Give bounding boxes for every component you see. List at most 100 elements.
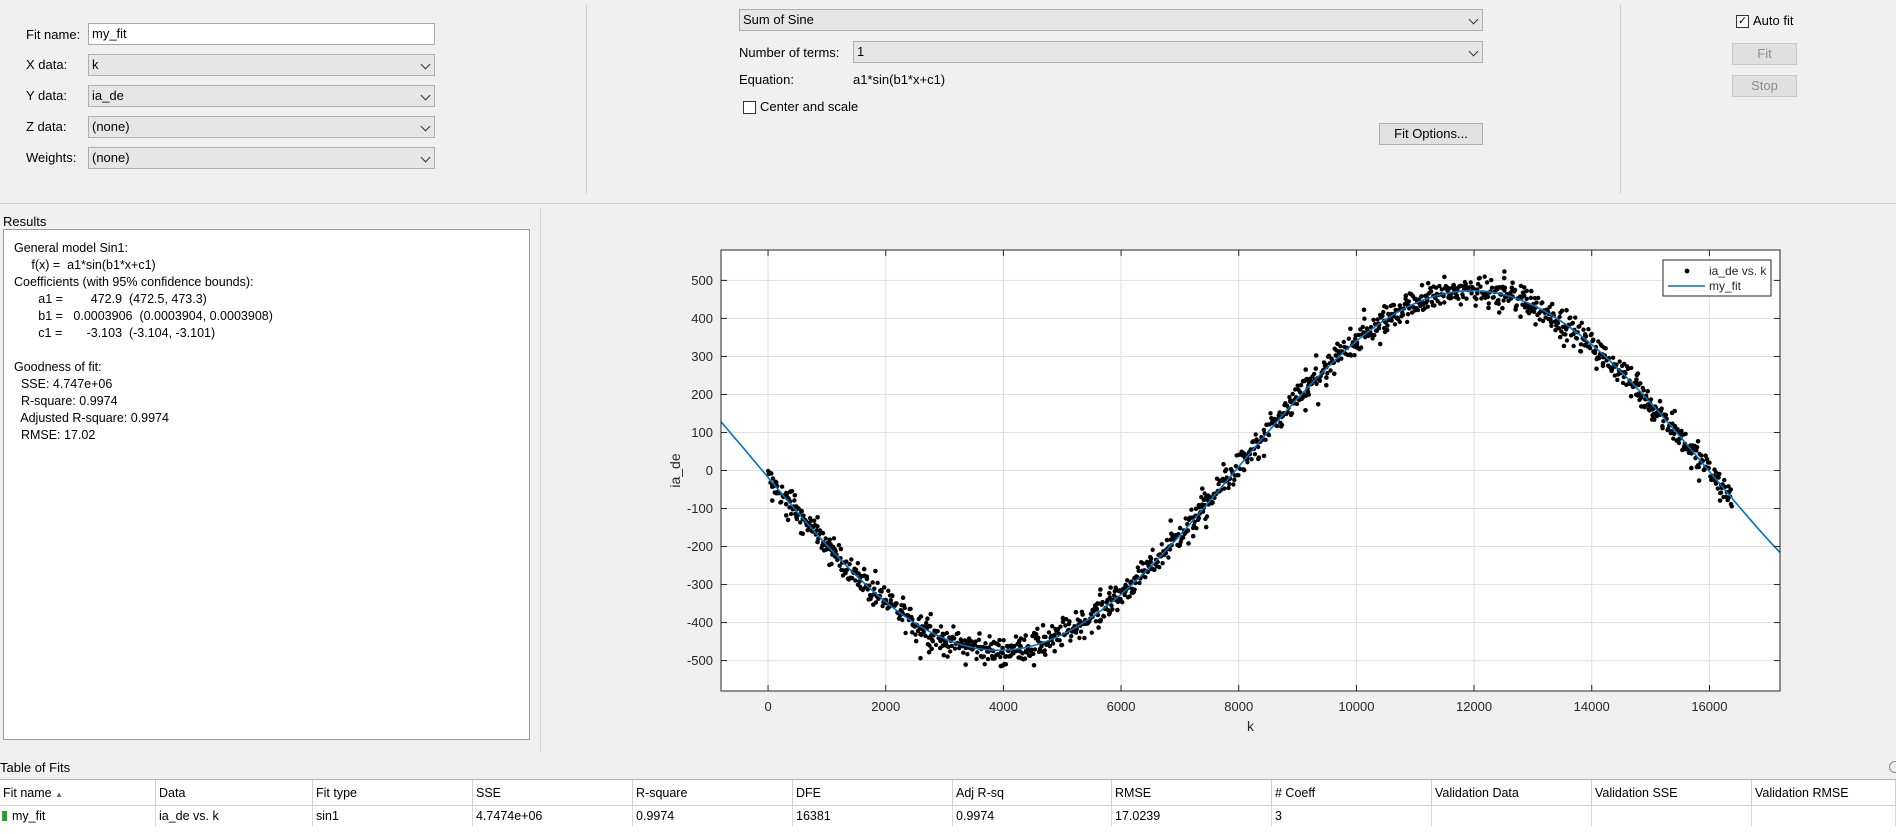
data-point [998, 654, 1003, 660]
data-point [1346, 336, 1351, 341]
data-point [1390, 302, 1396, 308]
data-point [870, 580, 875, 585]
data-point [1303, 367, 1308, 372]
data-point [1578, 349, 1584, 354]
y-tick-label: 500 [691, 273, 713, 288]
data-point [1510, 280, 1515, 286]
data-point [770, 498, 775, 503]
data-point [1419, 294, 1424, 299]
data-point [918, 655, 923, 661]
data-point [1107, 595, 1113, 600]
data-point [783, 501, 789, 507]
data-point [1221, 461, 1226, 467]
y-tick-label: 100 [691, 425, 713, 440]
column-header-validation-rmse[interactable]: Validation RMSE [1752, 780, 1896, 806]
column-header-adj-r-sq[interactable]: Adj R-sq [953, 780, 1112, 806]
data-point [871, 602, 876, 607]
data-point [1181, 535, 1186, 540]
number-of-terms-dropdown[interactable]: 1 [853, 41, 1483, 63]
fit-name-input[interactable]: my_fit [88, 23, 435, 45]
data-point [1300, 378, 1306, 384]
data-point [1096, 625, 1101, 630]
fit-button[interactable]: Fit [1732, 43, 1797, 65]
equation-label: Equation: [739, 72, 794, 87]
data-point [1332, 371, 1337, 377]
fit-plot[interactable]: 0 2000 4000 6000 8000 10000 12000 14000 16000-50… [541, 208, 1896, 752]
data-point [1362, 316, 1367, 321]
data-point [1324, 383, 1329, 388]
fit-options-button[interactable]: Fit Options... [1379, 123, 1483, 145]
data-point [1341, 339, 1346, 345]
x-data-dropdown[interactable]: k [88, 54, 435, 76]
data-point [1703, 453, 1708, 458]
center-scale-checkbox[interactable] [743, 101, 756, 114]
column-header-rmse[interactable]: RMSE [1112, 780, 1272, 806]
data-point [1366, 333, 1371, 338]
data-point [1013, 634, 1019, 639]
data-point [1057, 638, 1062, 643]
data-point [1477, 275, 1482, 281]
data-point [1446, 293, 1452, 299]
data-point [1376, 325, 1382, 331]
column-header-num-coeff[interactable]: # Coeff [1272, 780, 1432, 806]
y-tick-label: -300 [687, 577, 713, 592]
data-point [1066, 621, 1072, 627]
fit-settings-panel: Fit name: my_fit X data: k Y data: ia_de… [0, 0, 1896, 204]
y-tick-label: 400 [691, 311, 713, 326]
data-point [938, 638, 943, 644]
legend-label: ia_de vs. k [1709, 264, 1767, 278]
z-data-dropdown[interactable]: (none) [88, 116, 435, 138]
data-point [889, 593, 895, 598]
chevron-down-icon [1468, 46, 1479, 57]
data-point [1425, 280, 1431, 286]
data-point [1722, 477, 1727, 483]
data-point [997, 637, 1002, 643]
column-header-label: Fit name [3, 786, 52, 800]
data-point [928, 611, 933, 617]
data-point [952, 646, 958, 651]
column-header-sse[interactable]: SSE [473, 780, 633, 806]
data-point [1236, 473, 1241, 478]
collapse-icon[interactable] [1889, 761, 1896, 773]
x-tick-label: 6000 [1107, 699, 1136, 714]
data-point [974, 656, 979, 662]
data-point [1659, 406, 1664, 411]
data-point [1157, 565, 1162, 570]
column-header-validation-data[interactable]: Validation Data [1432, 780, 1592, 806]
column-header-r-square[interactable]: R-square [633, 780, 793, 806]
data-point [1358, 345, 1364, 350]
column-header-dfe[interactable]: DFE [793, 780, 953, 806]
data-point [823, 536, 828, 541]
y-data-dropdown[interactable]: ia_de [88, 85, 435, 107]
table-cell-num-coeff: 3 [1272, 806, 1432, 826]
data-point [1060, 615, 1066, 621]
data-point [1438, 301, 1443, 306]
column-header-fit-name[interactable]: Fit name ▲ [0, 780, 156, 806]
column-header-data[interactable]: Data [156, 780, 313, 806]
data-point [1058, 624, 1063, 629]
data-point [1596, 356, 1602, 361]
data-point [947, 649, 953, 654]
results-line: Coefficients (with 95% confidence bounds… [14, 275, 254, 289]
auto-fit-checkbox[interactable]: ✓ [1736, 15, 1749, 28]
data-point [1098, 618, 1103, 624]
results-line: b1 = 0.0003906 (0.0003904, 0.0003908) [14, 309, 273, 323]
weights-dropdown[interactable]: (none) [88, 147, 435, 169]
column-header-fit-type[interactable]: Fit type [313, 780, 473, 806]
data-point [1189, 507, 1194, 512]
data-point [1382, 304, 1387, 309]
data-point [1699, 453, 1704, 458]
x-tick-label: 14000 [1574, 699, 1610, 714]
data-point [1160, 561, 1165, 566]
data-point [1127, 594, 1132, 599]
data-point [1486, 305, 1491, 311]
data-point [1695, 439, 1701, 444]
column-header-validation-sse[interactable]: Validation SSE [1592, 780, 1752, 806]
data-point [908, 606, 913, 612]
results-line: c1 = -3.103 (-3.104, -3.101) [14, 326, 216, 340]
data-point [1059, 642, 1065, 648]
stop-button[interactable]: Stop [1732, 75, 1797, 97]
fit-type-dropdown[interactable]: Sum of Sine [739, 9, 1483, 31]
data-point [1564, 308, 1569, 313]
data-point [1217, 478, 1223, 484]
